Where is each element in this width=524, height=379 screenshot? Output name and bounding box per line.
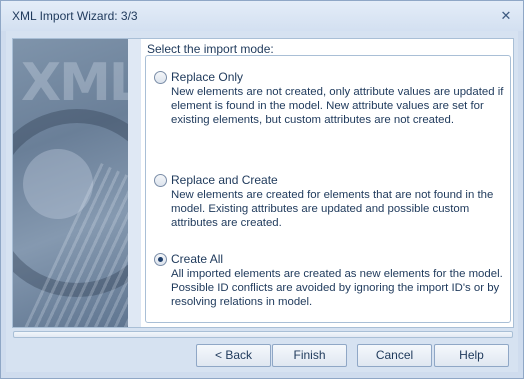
help-button[interactable]: Help: [434, 344, 509, 367]
replace-and-create-description: New elements are created for elements th…: [171, 189, 494, 229]
create-all-radio[interactable]: [154, 253, 167, 266]
title-bar: XML Import Wizard: 3/3 ✕: [1, 1, 523, 31]
replace-and-create-radio[interactable]: [154, 174, 167, 187]
import-mode-group: Replace Only New elements are not create…: [145, 55, 511, 323]
wizard-body: XML Select the import mode: Replace Only…: [6, 31, 518, 372]
wizard-side-image: XML: [13, 39, 128, 327]
create-all-label[interactable]: Create All: [171, 252, 223, 266]
import-mode-area: Select the import mode: Replace Only New…: [141, 39, 513, 327]
cancel-button[interactable]: Cancel: [357, 344, 432, 367]
wizard-window: XML Import Wizard: 3/3 ✕ XML Select the …: [0, 0, 524, 379]
create-all-description: All imported elements are created as new…: [171, 268, 503, 308]
replace-and-create-label[interactable]: Replace and Create: [171, 173, 278, 187]
back-button[interactable]: < Back: [196, 344, 271, 367]
replace-only-description: New elements are not created, only attri…: [171, 86, 504, 126]
content-panel: XML Select the import mode: Replace Only…: [12, 38, 514, 328]
xml-watermark: XML: [21, 53, 128, 113]
wizard-progress-bar: [13, 331, 513, 338]
close-icon[interactable]: ✕: [499, 9, 513, 22]
replace-only-radio[interactable]: [154, 71, 167, 84]
replace-only-label[interactable]: Replace Only: [171, 70, 243, 84]
finish-button[interactable]: Finish: [272, 344, 347, 367]
import-mode-label: Select the import mode:: [147, 42, 274, 56]
window-title: XML Import Wizard: 3/3: [12, 9, 138, 23]
